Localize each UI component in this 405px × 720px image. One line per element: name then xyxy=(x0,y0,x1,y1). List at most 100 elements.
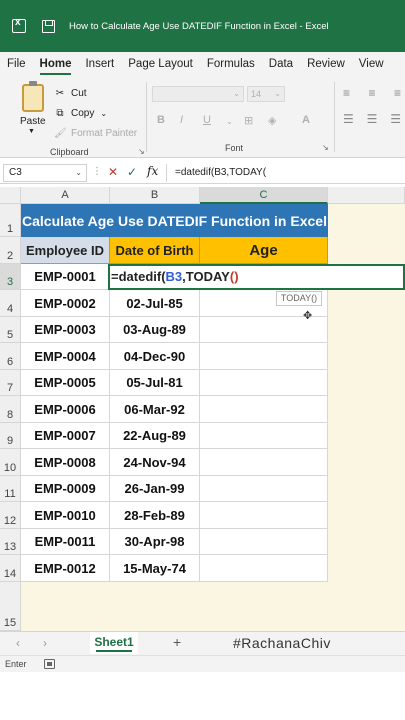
cell-age[interactable] xyxy=(200,449,328,476)
font-size-select[interactable]: 14 ⌄ xyxy=(247,86,285,102)
column-header-b[interactable]: B xyxy=(110,187,200,204)
cell-age[interactable] xyxy=(200,423,328,449)
align-bottom-icon[interactable]: ≡ xyxy=(394,86,401,100)
cell-age[interactable] xyxy=(200,396,328,423)
cell-age[interactable] xyxy=(200,529,328,555)
macro-record-icon[interactable] xyxy=(44,659,55,669)
cancel-icon[interactable]: ✕ xyxy=(108,165,118,179)
align-center-icon[interactable]: ☰ xyxy=(367,112,378,126)
row-header-7[interactable]: 7 xyxy=(0,370,21,396)
cell-employee-id[interactable]: EMP-0001 xyxy=(21,264,110,290)
paste-button[interactable]: Paste xyxy=(20,116,46,127)
cell-date-of-birth[interactable]: 03-Aug-89 xyxy=(110,317,200,343)
row-header-14[interactable]: 14 xyxy=(0,555,21,582)
cell-date-of-birth[interactable]: 04-Dec-90 xyxy=(110,343,200,370)
column-header-a[interactable]: A xyxy=(21,187,110,204)
tab-data[interactable]: Data xyxy=(262,52,300,76)
chevron-right-icon[interactable]: › xyxy=(43,636,47,650)
cell-employee-id[interactable]: EMP-0010 xyxy=(21,502,110,529)
header-age[interactable]: Age xyxy=(200,237,328,264)
cell-age[interactable] xyxy=(200,343,328,370)
add-sheet-button[interactable]: + xyxy=(173,634,181,650)
cell-date-of-birth[interactable]: 28-Feb-89 xyxy=(110,502,200,529)
cell-age[interactable] xyxy=(200,476,328,502)
header-employee-id[interactable]: Employee ID xyxy=(21,237,110,264)
row-header-4[interactable]: 4 xyxy=(0,290,21,317)
bold-button[interactable]: B xyxy=(157,114,165,126)
cell-age[interactable] xyxy=(200,555,328,582)
header-date-of-birth[interactable]: Date of Birth xyxy=(110,237,200,264)
row-header-11[interactable]: 11 xyxy=(0,476,21,502)
paste-icon[interactable] xyxy=(22,81,44,112)
check-icon[interactable]: ✓ xyxy=(127,165,137,179)
italic-button[interactable]: I xyxy=(180,114,183,126)
cell-date-of-birth[interactable]: 02-Jul-85 xyxy=(110,290,200,317)
tab-review[interactable]: Review xyxy=(300,52,352,76)
row-header-15[interactable]: 15 xyxy=(0,582,21,631)
row-header-12[interactable]: 12 xyxy=(0,502,21,529)
align-right-icon[interactable]: ☰ xyxy=(390,112,401,126)
cell-employee-id[interactable]: EMP-0007 xyxy=(21,423,110,449)
format-painter-button[interactable]: 🖌 Format Painter xyxy=(54,124,137,142)
chevron-left-icon[interactable]: ‹ xyxy=(16,636,20,650)
cell-age[interactable] xyxy=(200,502,328,529)
align-middle-icon[interactable]: ≡ xyxy=(368,86,375,100)
formula-input[interactable]: =datedif(B3,TODAY( xyxy=(166,164,405,182)
row-header-6[interactable]: 6 xyxy=(0,343,21,370)
cell-date-of-birth[interactable]: 24-Nov-94 xyxy=(110,449,200,476)
row-header-13[interactable]: 13 xyxy=(0,529,21,555)
cell-employee-id[interactable]: EMP-0005 xyxy=(21,370,110,396)
row-header-8[interactable]: 8 xyxy=(0,396,21,423)
worksheet-grid[interactable]: Calculate Age Use DATEDIF Function in Ex… xyxy=(0,187,405,631)
cell-date-of-birth[interactable]: 05-Jul-81 xyxy=(110,370,200,396)
cell-employee-id[interactable]: EMP-0008 xyxy=(21,449,110,476)
cell-employee-id[interactable]: EMP-0012 xyxy=(21,555,110,582)
cell-date-of-birth[interactable]: 26-Jan-99 xyxy=(110,476,200,502)
align-top-icon[interactable]: ≡ xyxy=(343,86,350,100)
chevron-down-icon[interactable]: ⌄ xyxy=(75,165,82,181)
name-box[interactable]: C3 ⌄ xyxy=(3,164,87,182)
font-name-select[interactable]: ⌄ xyxy=(152,86,244,102)
tab-view[interactable]: View xyxy=(352,52,391,76)
font-color-icon[interactable]: A xyxy=(302,114,310,126)
copy-button[interactable]: ⧉ Copy ⌄ xyxy=(54,104,107,122)
cell-employee-id[interactable]: EMP-0004 xyxy=(21,343,110,370)
insert-function-button[interactable]: fx xyxy=(147,164,158,178)
tab-page-layout[interactable]: Page Layout xyxy=(121,52,200,76)
chevron-down-icon[interactable]: ⌄ xyxy=(226,117,233,126)
column-header-c[interactable]: C xyxy=(200,187,328,204)
underline-button[interactable]: U xyxy=(203,114,211,126)
cell-age[interactable] xyxy=(200,370,328,396)
tab-home[interactable]: Home xyxy=(33,52,79,76)
tab-file[interactable]: File xyxy=(0,52,33,76)
align-left-icon[interactable]: ☰ xyxy=(343,112,354,126)
row-header-3[interactable]: 3 xyxy=(0,264,21,290)
cell-date-of-birth[interactable]: 15-May-74 xyxy=(110,555,200,582)
dialog-launcher-icon[interactable]: ↘ xyxy=(322,143,329,152)
tab-insert[interactable]: Insert xyxy=(78,52,121,76)
sheet-banner[interactable]: Calculate Age Use DATEDIF Function in Ex… xyxy=(21,204,328,237)
cell-date-of-birth[interactable]: 30-Apr-98 xyxy=(110,529,200,555)
column-header-d[interactable] xyxy=(328,187,405,204)
row-header-9[interactable]: 9 xyxy=(0,423,21,449)
cell-employee-id[interactable]: EMP-0011 xyxy=(21,529,110,555)
cell-date-of-birth[interactable]: 06-Mar-92 xyxy=(110,396,200,423)
cut-button[interactable]: ✂ Cut xyxy=(54,84,87,102)
row-header-5[interactable]: 5 xyxy=(0,317,21,343)
row-header-2[interactable]: 2 xyxy=(0,237,21,264)
dialog-launcher-icon[interactable]: ↘ xyxy=(138,147,145,156)
cell-date-of-birth[interactable]: 22-Aug-89 xyxy=(110,423,200,449)
cell-employee-id[interactable]: EMP-0009 xyxy=(21,476,110,502)
sheet-tab-sheet1[interactable]: Sheet1 xyxy=(90,632,138,654)
cell-c3-editor[interactable]: =datedif(B3,TODAY() xyxy=(108,264,405,290)
row-header-10[interactable]: 10 xyxy=(0,449,21,476)
chevron-down-icon[interactable]: ⌄ xyxy=(100,109,107,118)
cell-employee-id[interactable]: EMP-0003 xyxy=(21,317,110,343)
chevron-down-icon[interactable]: ▼ xyxy=(28,128,35,135)
cell-employee-id[interactable]: EMP-0002 xyxy=(21,290,110,317)
borders-icon[interactable]: ⊞ xyxy=(244,114,253,127)
tab-formulas[interactable]: Formulas xyxy=(200,52,262,76)
save-icon[interactable] xyxy=(42,19,55,33)
row-header-1[interactable]: 1 xyxy=(0,204,21,237)
fill-color-icon[interactable]: ◈ xyxy=(268,114,276,127)
